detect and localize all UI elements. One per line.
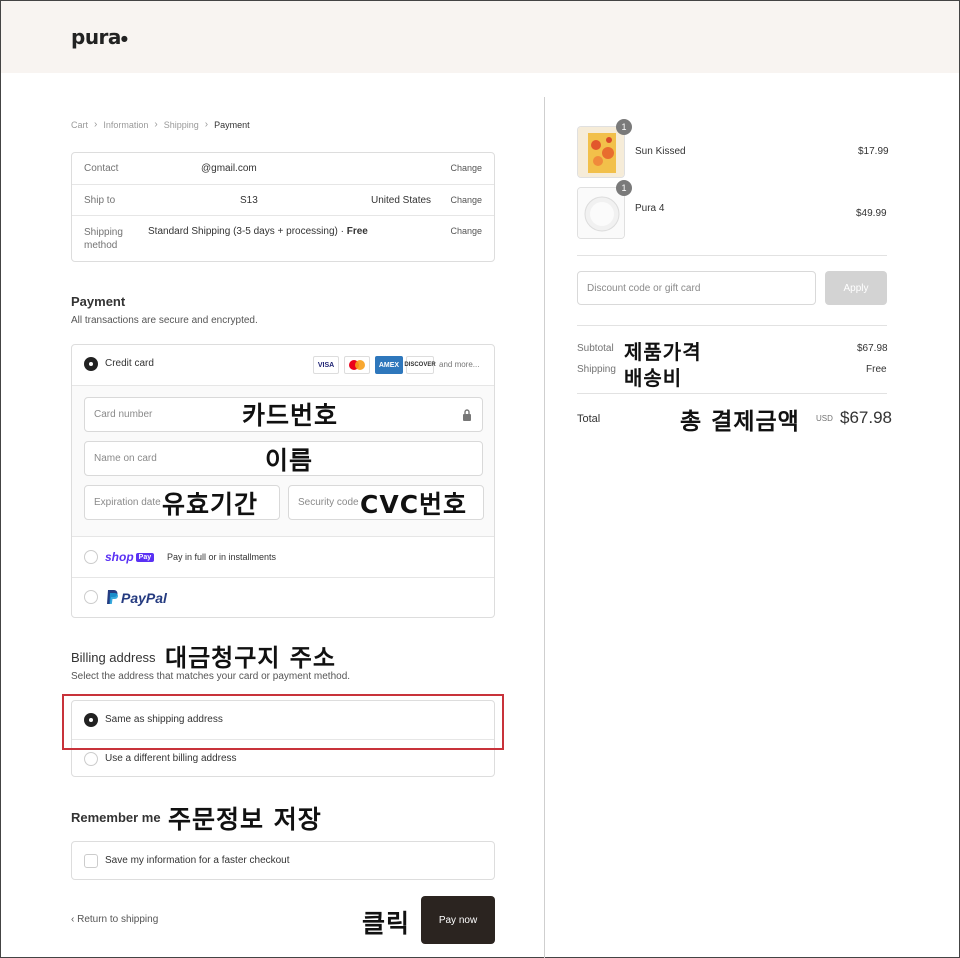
annotation-name: 이름 [265, 446, 314, 475]
contact-value: @gmail.com [201, 163, 257, 174]
item-name-sun-kissed: Sun Kissed [635, 146, 686, 157]
expiration-placeholder: Expiration date [94, 497, 161, 508]
ship-to-label: Ship to [84, 195, 116, 206]
shop-pay-logo: shop Pay [105, 550, 155, 564]
ship-to-country: United States [371, 195, 432, 206]
annotation-billing: 대금청구지 주소 [165, 644, 336, 672]
paypal-label: PayPal [121, 590, 167, 606]
column-divider [544, 97, 545, 958]
payment-title: Payment [71, 294, 126, 309]
breadcrumb-shipping[interactable]: Shipping [164, 120, 199, 130]
discount-placeholder: Discount code or gift card [587, 282, 701, 294]
quantity-badge: 1 [616, 119, 632, 135]
shipping-method-text: Standard Shipping (3-5 days + processing… [148, 226, 347, 237]
change-contact-link[interactable]: Change [450, 163, 482, 173]
payment-subtitle: All transactions are secure and encrypte… [71, 315, 258, 326]
different-address-radio[interactable] [84, 752, 98, 766]
summary-divider [577, 325, 887, 326]
payment-methods-box: Credit card VISA AMEX DISCOVER and more.… [71, 344, 495, 618]
amex-icon: AMEX [375, 356, 403, 374]
summary-divider [577, 393, 887, 394]
credit-card-label: Credit card [105, 358, 154, 369]
shipping-method-label: Shipping method [84, 226, 123, 252]
summary-divider [577, 255, 887, 256]
visa-icon: VISA [313, 356, 339, 374]
shop-pay-logo-text: shop [105, 550, 134, 564]
billing-subtitle: Select the address that matches your car… [71, 671, 351, 682]
shop-pay-label: Pay in full or in installments [167, 552, 277, 562]
discover-icon: DISCOVER [404, 356, 436, 374]
brand-dot: ● [120, 34, 128, 43]
annotation-total: 총 결제금액 [680, 409, 800, 435]
breadcrumb: Cart › Information › Shipping › Payment [71, 119, 250, 130]
chevron-right-icon: › [154, 119, 158, 130]
item-name-pura-4: Pura 4 [635, 203, 665, 214]
and-more-text: and more... [439, 360, 480, 369]
currency-label: USD [816, 414, 833, 423]
shipping-method-label-line1: Shipping [84, 227, 123, 238]
return-to-shipping-link[interactable]: ‹ Return to shipping [71, 914, 158, 925]
shipping-method-value: Standard Shipping (3-5 days + processing… [148, 226, 368, 237]
change-method-link[interactable]: Change [450, 226, 482, 236]
chevron-right-icon: › [94, 119, 98, 130]
annotation-card-number: 카드번호 [242, 401, 339, 430]
subtotal-label: Subtotal [577, 343, 614, 354]
save-info-checkbox[interactable] [84, 854, 98, 868]
product-thumbnail-pura-4 [577, 187, 625, 239]
contact-row: Contact @gmail.com Change [72, 153, 494, 185]
annotation-cvc: CVC번호 [360, 490, 468, 519]
review-box: Contact @gmail.com Change Ship to S13 Un… [71, 152, 495, 262]
save-info-label: Save my information for a faster checkou… [105, 855, 290, 866]
remember-title: Remember me [71, 810, 161, 825]
highlight-box [62, 694, 504, 750]
annotation-subtotal: 제품가격 [624, 340, 702, 364]
mastercard-icon [344, 356, 370, 374]
total-value: $67.98 [840, 408, 892, 427]
shop-pay-radio[interactable] [84, 550, 98, 564]
shipping-method-label-line2: method [84, 240, 118, 251]
sun-kissed-image [578, 127, 624, 177]
brand-name: pura [71, 25, 121, 49]
header: pura● [1, 1, 959, 73]
item-price-pura-4: $49.99 [856, 208, 887, 219]
name-on-card-placeholder: Name on card [94, 453, 157, 464]
contact-label: Contact [84, 163, 119, 174]
different-address-label: Use a different billing address [105, 753, 237, 764]
ship-to-value: S13 [240, 195, 258, 206]
breadcrumb-cart[interactable]: Cart [71, 120, 88, 130]
shipping-method-row: Shipping method Standard Shipping (3-5 da… [72, 216, 494, 262]
pay-now-button[interactable]: Pay now [421, 896, 495, 944]
chevron-right-icon: › [204, 119, 209, 130]
annotation-shipping: 배송비 [624, 366, 683, 390]
paypal-icon [107, 590, 118, 604]
payment-divider [72, 577, 494, 578]
credit-card-radio[interactable] [84, 357, 98, 371]
change-address-link[interactable]: Change [450, 195, 482, 205]
brand-logo[interactable]: pura● [71, 25, 128, 49]
shipping-label: Shipping [577, 364, 616, 375]
remember-box: Save my information for a faster checkou… [71, 841, 495, 880]
breadcrumb-information[interactable]: Information [103, 120, 148, 130]
lock-icon [463, 409, 471, 421]
apply-button[interactable]: Apply [825, 271, 887, 305]
security-code-placeholder: Security code [298, 497, 359, 508]
subtotal-value: $67.98 [857, 343, 888, 354]
shop-pay-badge: Pay [135, 553, 155, 563]
annotation-expiry: 유효기간 [162, 490, 259, 519]
annotation-remember: 주문정보 저장 [168, 805, 322, 834]
billing-title: Billing address [71, 650, 156, 665]
paypal-radio[interactable] [84, 590, 98, 604]
card-number-placeholder: Card number [94, 409, 153, 420]
ship-to-row: Ship to S13 United States Change [72, 185, 494, 216]
pura-4-image [578, 188, 624, 238]
quantity-badge: 1 [616, 180, 632, 196]
annotation-click: 클릭 [362, 909, 411, 938]
breadcrumb-payment: Payment [214, 119, 250, 130]
shipping-method-price: Free [346, 226, 368, 237]
product-thumbnail-sun-kissed [577, 126, 625, 178]
discount-code-input[interactable]: Discount code or gift card [577, 271, 816, 305]
total-label: Total [577, 413, 601, 425]
item-price-sun-kissed: $17.99 [858, 146, 889, 157]
shipping-value: Free [866, 364, 887, 375]
